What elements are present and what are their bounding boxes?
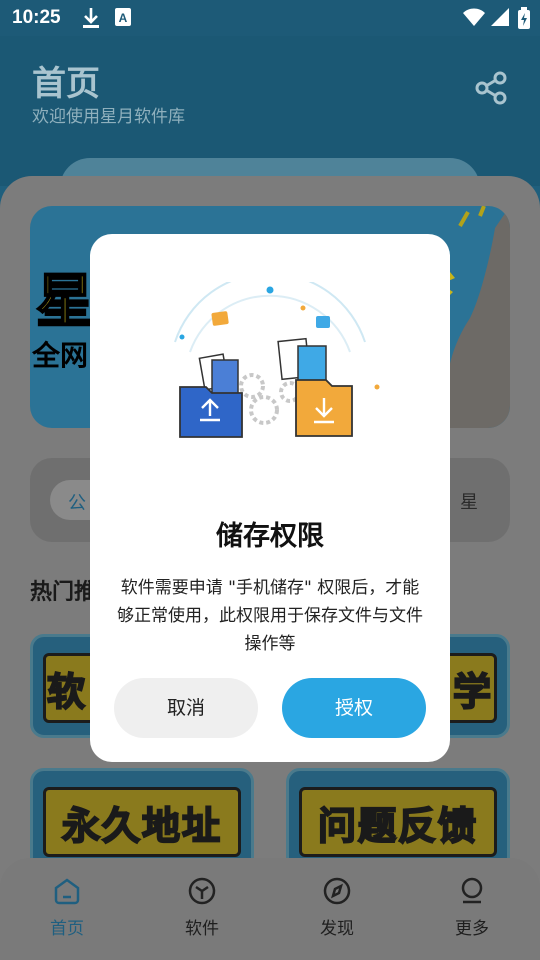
cancel-button[interactable]: 取消 <box>114 678 258 738</box>
dialog-title: 储存权限 <box>216 521 324 552</box>
nav-label: 更多 <box>455 919 489 939</box>
wifi-icon <box>462 7 486 31</box>
tile-permanent-address[interactable]: 永久地址 <box>30 768 254 872</box>
nav-item-software[interactable]: 软件 <box>162 876 242 939</box>
keyboard-a-icon: A <box>114 7 132 31</box>
nav-label: 软件 <box>185 919 219 939</box>
bottom-navigation: 首页 软件 发现 更多 <box>0 858 540 960</box>
status-bar: 10:25 A <box>0 0 540 36</box>
nav-item-more[interactable]: 更多 <box>432 876 512 939</box>
svg-text:A: A <box>119 11 128 25</box>
home-icon <box>54 878 80 905</box>
compass-icon <box>323 877 351 905</box>
download-icon <box>82 7 100 33</box>
battery-icon <box>518 7 530 33</box>
signal-icon <box>490 7 510 31</box>
storage-permission-dialog: 储存权限 软件需要申请 "手机储存" 权限后，才能够正常使用，此权限用于保存文件… <box>90 234 450 762</box>
grant-permission-button[interactable]: 授权 <box>282 678 426 738</box>
nav-item-home[interactable]: 首页 <box>27 876 107 939</box>
storage-illustration <box>174 282 380 438</box>
nav-item-discover[interactable]: 发现 <box>297 876 377 939</box>
section-title: 热门推 <box>30 580 97 605</box>
tile-feedback[interactable]: 问题反馈 <box>286 768 510 872</box>
tile-label: 问题反馈 <box>317 803 478 849</box>
user-icon <box>461 877 483 904</box>
tile-label: 永久地址 <box>61 803 222 849</box>
nav-label: 发现 <box>320 919 354 939</box>
page-subtitle: 欢迎使用星月软件库 <box>32 107 185 127</box>
banner-title: 星 <box>35 266 95 336</box>
share-button[interactable] <box>474 70 510 110</box>
page-title: 首页 <box>32 64 100 104</box>
share-icon <box>475 71 507 105</box>
nav-label: 首页 <box>50 919 84 939</box>
dialog-message: 软件需要申请 "手机储存" 权限后，才能够正常使用，此权限用于保存文件与文件操作… <box>117 578 423 654</box>
banner-subtitle: 全网 <box>32 339 89 372</box>
status-time: 10:25 <box>12 7 61 28</box>
cube-icon <box>188 877 216 905</box>
